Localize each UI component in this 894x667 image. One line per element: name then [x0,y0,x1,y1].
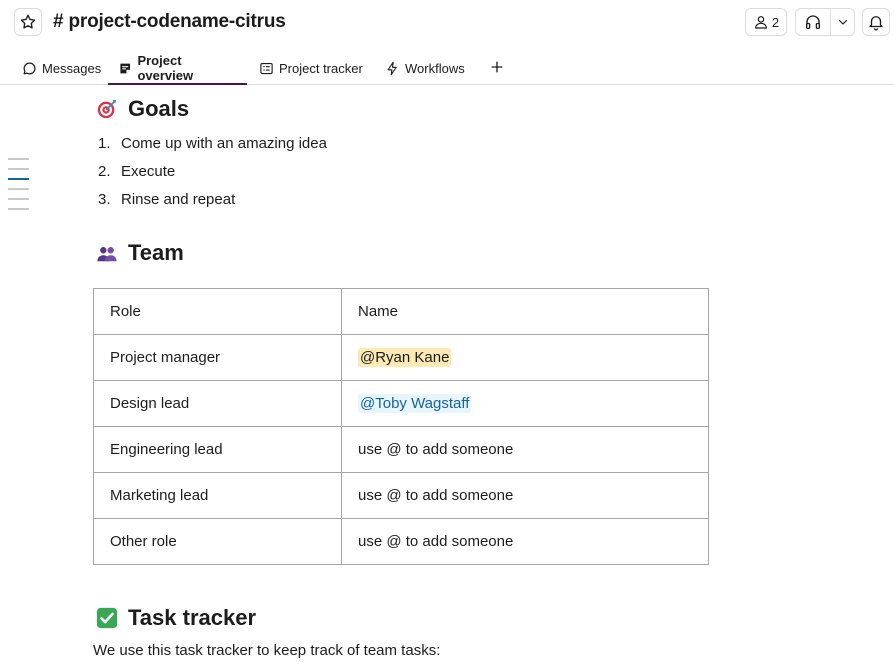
channel-tabs: Messages Project overview Project tracke… [0,52,894,85]
list-item-text: Execute [121,163,176,180]
role-cell[interactable]: Engineering lead [93,426,342,473]
list-item-text: Rinse and repeat [121,191,236,208]
task-tracker-heading: Task tracker [96,605,256,631]
table-row: Engineering lead use @ to add someone [93,426,709,473]
notifications-button[interactable] [862,8,890,36]
list-item: 3. Rinse and repeat [98,187,327,215]
table-row: Other role use @ to add someone [93,518,709,565]
table-row: Design lead @Toby Wagstaff [93,380,709,427]
channel-hash: # [53,11,64,32]
name-cell[interactable]: @Ryan Kane [341,334,709,381]
role-cell[interactable]: Project manager [93,334,342,381]
outline-mark-active[interactable] [8,178,29,180]
list-number: 3. [98,191,111,208]
list-icon [260,62,273,74]
star-icon [20,14,36,29]
team-heading-text: Team [128,240,184,265]
list-item: 1. Come up with an amazing idea [98,131,327,159]
tab-project-tracker[interactable]: Project tracker [249,52,373,84]
outline-mark[interactable] [8,208,29,210]
team-heading: Team [96,240,184,266]
target-emoji-icon [97,99,117,119]
list-number: 1. [98,135,111,152]
role-cell[interactable]: Design lead [93,380,342,427]
add-tab-button[interactable] [486,56,508,78]
chevron-down-icon [838,19,847,25]
table-row: Project manager @Ryan Kane [93,334,709,381]
name-cell[interactable]: use @ to add someone [341,426,709,473]
check-mark-emoji-icon [96,607,118,629]
name-cell[interactable]: use @ to add someone [341,472,709,519]
outline-mark[interactable] [8,188,29,190]
people-emoji-icon [97,247,117,262]
table-header-row: Role Name [93,288,709,335]
column-header-name[interactable]: Name [341,288,709,335]
huddle-options-button[interactable] [831,9,854,35]
tab-workflows[interactable]: Workflows [375,52,475,84]
tab-project-overview[interactable]: Project overview [108,52,247,85]
goals-heading: Goals [96,96,189,122]
member-count: 2 [771,14,780,30]
bell-icon [869,16,883,31]
members-button[interactable]: 2 [745,8,787,36]
lightning-icon [387,61,397,75]
list-item-text: Come up with an amazing idea [121,135,327,152]
huddle-button[interactable] [796,9,831,35]
tab-label: Project overview [137,53,194,83]
column-header-role[interactable]: Role [93,288,342,335]
headphones-icon [805,15,821,30]
name-cell[interactable]: use @ to add someone [341,518,709,565]
star-button[interactable] [14,8,42,36]
user-mention[interactable]: @Toby Wagstaff [358,394,472,413]
task-tracker-description: We use this task tracker to keep track o… [93,642,441,659]
channel-header: # project-codename-citrus 2 [0,0,894,46]
outline-mark[interactable] [8,158,29,160]
role-cell[interactable]: Marketing lead [93,472,342,519]
task-tracker-heading-text: Task tracker [128,605,257,630]
channel-name[interactable]: # project-codename-citrus [53,11,286,33]
tab-label: Project tracker [279,60,363,76]
team-table: Role Name Project manager @Ryan Kane Des… [93,288,709,565]
channel-name-text: project-codename-citrus [68,11,286,32]
huddle-button-group [795,8,855,36]
role-cell[interactable]: Other role [93,518,342,565]
list-item: 2. Execute [98,159,327,187]
person-icon [754,16,767,29]
tab-label: Workflows [405,60,465,76]
outline-mark[interactable] [8,198,29,200]
message-bubble-icon [23,62,36,74]
list-number: 2. [98,163,111,180]
tab-messages[interactable]: Messages [12,52,111,84]
goals-heading-text: Goals [128,96,190,121]
table-row: Marketing lead use @ to add someone [93,472,709,519]
goals-list: 1. Come up with an amazing idea 2. Execute… [98,131,327,215]
plus-icon [491,61,503,73]
document-outline[interactable] [8,158,30,218]
user-mention[interactable]: @Ryan Kane [358,348,452,367]
canvas-icon [120,63,131,73]
name-cell[interactable]: @Toby Wagstaff [341,380,709,427]
outline-mark[interactable] [8,168,29,170]
tab-label: Messages [42,60,102,76]
